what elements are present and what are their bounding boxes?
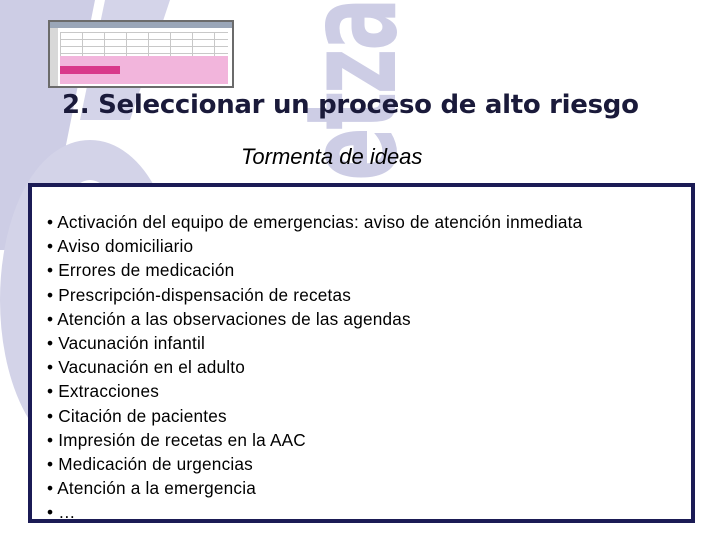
list-item: Impresión de recetas en la AAC	[47, 428, 582, 452]
list-item: Aviso domiciliario	[47, 234, 582, 258]
slide-subtitle: Tormenta de ideas	[241, 144, 423, 169]
list-item: Activación del equipo de emergencias: av…	[47, 210, 582, 234]
list-item: Atención a la emergencia	[47, 476, 582, 500]
content-box: Activación del equipo de emergencias: av…	[28, 183, 695, 523]
list-item: Errores de medicación	[47, 258, 582, 282]
list-item: Vacunación en el adulto	[47, 355, 582, 379]
list-item: Citación de pacientes	[47, 404, 582, 428]
list-item: Extracciones	[47, 379, 582, 403]
spreadsheet-thumbnail	[48, 20, 234, 88]
list-item: Vacunación infantil	[47, 331, 582, 355]
list-item: Medicación de urgencias	[47, 452, 582, 476]
slide-title: 2. Seleccionar un proceso de alto riesgo	[62, 90, 639, 120]
list-item: …	[47, 500, 582, 524]
list-item: Atención a las observaciones de las agen…	[47, 307, 582, 331]
bullet-list: Activación del equipo de emergencias: av…	[47, 210, 582, 525]
list-item: Prescripción-dispensación de recetas	[47, 283, 582, 307]
